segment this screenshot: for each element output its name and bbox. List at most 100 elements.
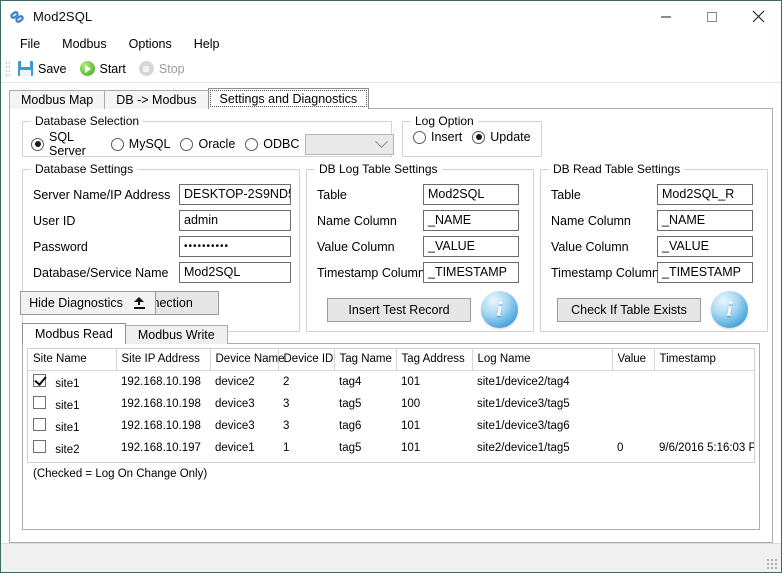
database-selection-group: Database Selection SQL Server MySQL Orac… (22, 114, 395, 158)
cell-timestamp (654, 371, 754, 394)
col-timestamp[interactable]: Timestamp (654, 349, 754, 371)
col-site-ip-address[interactable]: Site IP Address (116, 349, 211, 371)
cell-timestamp (654, 393, 754, 415)
col-site-name[interactable]: Site Name (28, 349, 117, 371)
row-checkbox[interactable] (33, 418, 46, 431)
col-device-name[interactable]: Device Name (210, 349, 285, 371)
chevron-down-icon (375, 134, 389, 148)
row-checkbox[interactable] (33, 440, 46, 453)
radio-insert[interactable]: Insert (413, 130, 462, 144)
form-row-log-value-column: Value Column _VALUE (317, 236, 525, 257)
input-read-timestamp-column[interactable]: _TIMESTAMP (657, 262, 753, 283)
label-database-name: Database/Service Name (33, 265, 169, 280)
form-row-read-value-column: Value Column _VALUE (551, 236, 759, 257)
log-option-group: Log Option Insert Update (402, 114, 542, 157)
menu-file[interactable]: File (9, 34, 51, 54)
info-icon-log-table[interactable]: i (481, 291, 518, 328)
tab-modbus-write[interactable]: Modbus Write (124, 325, 228, 344)
insert-test-record-button[interactable]: Insert Test Record (327, 297, 471, 322)
table-row[interactable]: site1 192.168.10.198 device2 2 tag4 101 … (28, 371, 754, 394)
table-row[interactable]: site1 192.168.10.198 device3 3 tag5 100 … (28, 393, 754, 415)
input-server-name[interactable]: DESKTOP-2S9ND5K (179, 184, 291, 205)
input-password[interactable]: •••••••••• (179, 236, 291, 257)
cell-device-name: device1 (215, 442, 255, 454)
cell-value (612, 393, 654, 415)
radio-odbc[interactable]: ODBC (245, 137, 299, 151)
cell-site-ip: 192.168.10.198 (121, 376, 201, 388)
input-log-timestamp-column[interactable]: _TIMESTAMP (423, 262, 519, 283)
info-icon-read-table[interactable]: i (711, 291, 748, 328)
input-read-table[interactable]: Mod2SQL_R (657, 184, 753, 205)
menu-help[interactable]: Help (183, 34, 231, 54)
menu-options[interactable]: Options (118, 34, 183, 54)
input-log-value-column[interactable]: _VALUE (423, 236, 519, 257)
col-tag-name[interactable]: Tag Name (334, 349, 397, 371)
col-device-id[interactable]: Device ID (278, 349, 335, 371)
input-database-name[interactable]: Mod2SQL (179, 262, 291, 283)
col-value[interactable]: Value (612, 349, 655, 371)
save-button-label: Save (38, 61, 67, 76)
toolbar-grip[interactable] (5, 60, 10, 77)
close-button[interactable] (735, 1, 781, 32)
label-log-value-column: Value Column (317, 239, 395, 254)
radio-label-oracle: Oracle (198, 137, 236, 151)
col-tag-address[interactable]: Tag Address (396, 349, 473, 371)
tab-strip: Modbus Map DB -> Modbus Settings and Dia… (9, 88, 773, 109)
label-read-value-column: Value Column (551, 239, 629, 254)
tab-settings-and-diagnostics[interactable]: Settings and Diagnostics (207, 88, 370, 109)
radio-update[interactable]: Update (472, 130, 531, 144)
start-button[interactable]: Start (76, 59, 135, 78)
input-log-table[interactable]: Mod2SQL (423, 184, 519, 205)
cell-log-name: site1/device3/tag6 (477, 420, 570, 432)
form-row-database-name: Database/Service Name Mod2SQL (33, 262, 291, 283)
radio-dot-mysql (110, 137, 124, 151)
cell-device-name: device2 (215, 376, 255, 388)
table-row[interactable]: site2 192.168.10.197 device1 1 tag5 101 … (28, 437, 754, 459)
stop-icon (138, 61, 154, 76)
maximize-button[interactable] (689, 1, 735, 32)
label-server-name: Server Name/IP Address (33, 187, 171, 202)
modbus-read-grid[interactable]: Site Name Site IP Address Device Name De… (27, 348, 755, 463)
radio-dot-oracle (180, 137, 194, 151)
radio-sql-server[interactable]: SQL Server (31, 130, 101, 158)
collapse-up-icon (131, 297, 147, 309)
cell-device-id: 1 (283, 442, 290, 454)
tab-modbus-read[interactable]: Modbus Read (22, 323, 126, 344)
row-checkbox[interactable] (33, 374, 46, 387)
check-if-table-exists-button[interactable]: Check If Table Exists (557, 297, 701, 322)
radio-label-insert: Insert (431, 130, 463, 144)
database-settings-legend: Database Settings (31, 162, 138, 176)
radio-oracle[interactable]: Oracle (180, 137, 235, 151)
toolbar: Save Start Stop (1, 55, 781, 83)
col-log-name[interactable]: Log Name (472, 349, 613, 371)
input-log-name-column[interactable]: _NAME (423, 210, 519, 231)
form-row-log-table: Table Mod2SQL (317, 184, 525, 205)
radio-mysql[interactable]: MySQL (110, 137, 170, 151)
label-read-table: Table (551, 187, 581, 202)
diagnostics-note: (Checked = Log On Change Only) (33, 468, 208, 480)
link-icon (9, 9, 26, 25)
row-checkbox[interactable] (33, 396, 46, 409)
input-read-name-column[interactable]: _NAME (657, 210, 753, 231)
input-read-value-column[interactable]: _VALUE (657, 236, 753, 257)
cell-device-name: device3 (215, 398, 255, 410)
hide-diagnostics-button[interactable]: Hide Diagnostics (20, 291, 156, 315)
tab-modbus-map[interactable]: Modbus Map (9, 90, 106, 109)
table-header-row: Site Name Site IP Address Device Name De… (28, 349, 754, 371)
cell-log-name: site1/device3/tag5 (477, 398, 570, 410)
form-row-log-timestamp-column: Timestamp Column _TIMESTAMP (317, 262, 525, 283)
menu-modbus[interactable]: Modbus (51, 34, 117, 54)
db-log-table-settings-group: DB Log Table Settings Table Mod2SQL Name… (306, 162, 534, 332)
tab-db-to-modbus[interactable]: DB -> Modbus (104, 90, 209, 109)
save-button[interactable]: Save (14, 59, 76, 78)
cell-device-id: 3 (283, 420, 290, 432)
cell-device-id: 2 (283, 376, 290, 388)
table-row[interactable]: site1 192.168.10.198 device3 3 tag6 101 … (28, 415, 754, 437)
dsn-select[interactable] (305, 133, 395, 155)
stop-button[interactable]: Stop (135, 59, 194, 78)
resize-grip[interactable] (766, 558, 777, 569)
label-password: Password (33, 239, 88, 254)
input-user-id[interactable]: admin (179, 210, 291, 231)
form-row-read-name-column: Name Column _NAME (551, 210, 759, 231)
minimize-button[interactable] (643, 1, 689, 32)
